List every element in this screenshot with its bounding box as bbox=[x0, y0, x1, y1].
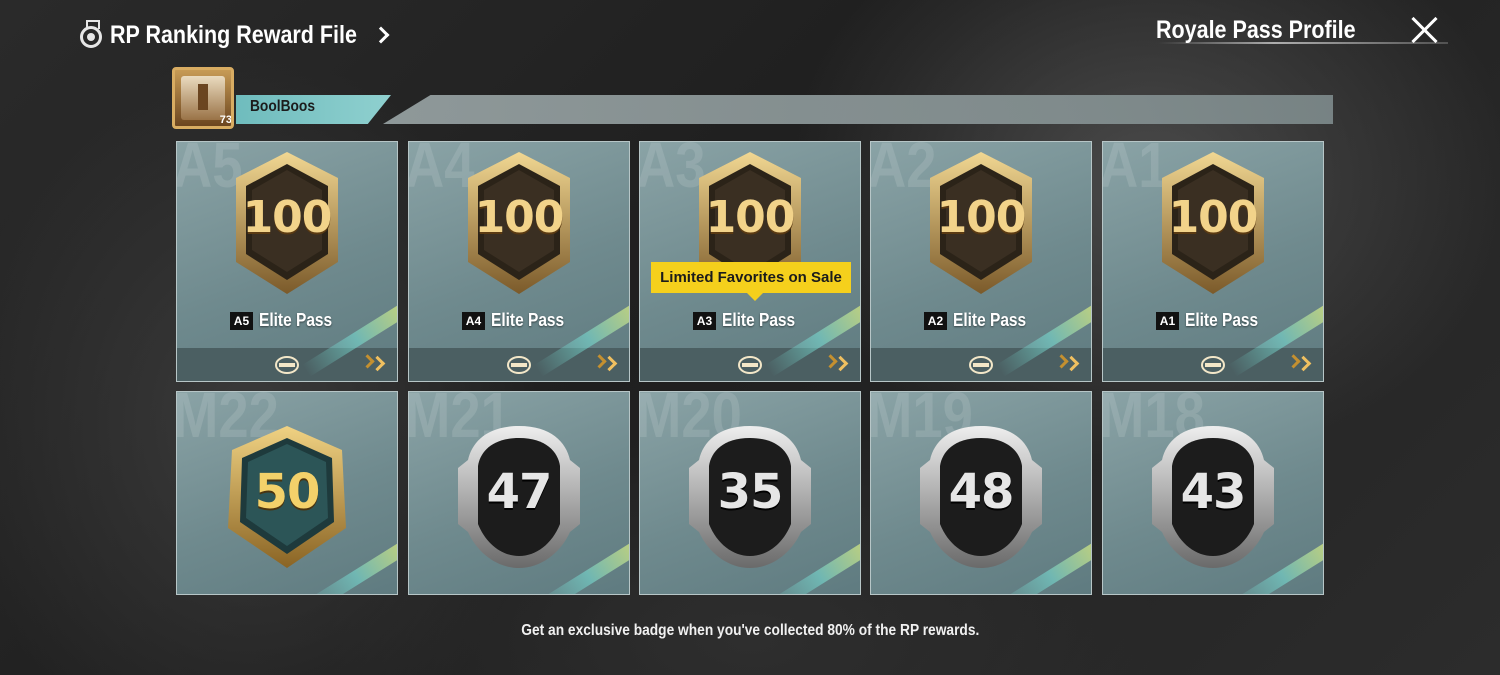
badge-value: 100 bbox=[936, 192, 1027, 243]
title-underline bbox=[1158, 42, 1448, 44]
pass-season-tag: A3 bbox=[692, 311, 717, 330]
badge-value: 100 bbox=[474, 192, 565, 243]
pass-label: Elite Pass bbox=[722, 310, 796, 330]
player-strip-extension bbox=[383, 95, 1333, 124]
pass-card-a5[interactable]: A5 100 A5 Elite Pass bbox=[176, 141, 398, 382]
pass-card-a3[interactable]: A3 100 Limited Favorites on Sale A3 Elit… bbox=[639, 141, 861, 382]
rank-badge-icon: 50 bbox=[224, 424, 350, 570]
pass-card-m18[interactable]: M18 43 bbox=[1102, 391, 1324, 595]
rank-badge-icon: 100 bbox=[462, 150, 576, 296]
medal-icon bbox=[80, 20, 102, 48]
card-footer bbox=[640, 348, 860, 381]
pass-label: Elite Pass bbox=[1185, 310, 1259, 330]
badge-value: 35 bbox=[717, 464, 784, 520]
badge-value: 100 bbox=[705, 192, 796, 243]
chevron-right-icon bbox=[369, 355, 386, 372]
pass-card-m22[interactable]: M22 50 bbox=[176, 391, 398, 595]
pass-emblem-icon bbox=[1201, 356, 1225, 374]
rp-ranking-reward-file-link[interactable]: RP Ranking Reward File bbox=[80, 18, 390, 52]
pass-emblem-icon bbox=[275, 356, 299, 374]
reward-hint-text: Get an exclusive badge when you've colle… bbox=[0, 622, 1500, 640]
pass-card-m20[interactable]: M20 35 bbox=[639, 391, 861, 595]
rp-ranking-title: RP Ranking Reward File bbox=[110, 20, 357, 49]
chevron-right-icon bbox=[1295, 355, 1312, 372]
reward-hint-label: Get an exclusive badge when you've colle… bbox=[520, 622, 980, 639]
avatar-level: 73 bbox=[219, 114, 232, 126]
card-footer bbox=[871, 348, 1091, 381]
rank-badge-icon: 100 bbox=[924, 150, 1038, 296]
pass-card-a1[interactable]: A1 100 A1 Elite Pass bbox=[1102, 141, 1324, 382]
close-icon[interactable] bbox=[1410, 15, 1440, 45]
royale-pass-profile-title: Royale Pass Profile bbox=[1155, 15, 1356, 44]
pass-card-m19[interactable]: M19 48 bbox=[870, 391, 1092, 595]
pass-card-m21[interactable]: M21 47 bbox=[408, 391, 630, 595]
badge-value: 47 bbox=[486, 464, 553, 520]
rank-badge-icon: 43 bbox=[1150, 424, 1276, 570]
pass-label: Elite Pass bbox=[953, 310, 1027, 330]
pass-label: Elite Pass bbox=[491, 310, 565, 330]
card-footer bbox=[1103, 348, 1323, 381]
pass-season-tag: A4 bbox=[461, 311, 486, 330]
card-footer bbox=[177, 348, 397, 381]
chevron-right-icon bbox=[372, 26, 390, 44]
card-footer bbox=[409, 348, 629, 381]
pass-card-a4[interactable]: A4 100 A4 Elite Pass bbox=[408, 141, 630, 382]
avatar-frame bbox=[181, 76, 225, 120]
chevron-right-icon bbox=[1063, 355, 1080, 372]
badge-value: 100 bbox=[1168, 192, 1259, 243]
chevron-right-icon bbox=[832, 355, 849, 372]
rank-badge-icon: 47 bbox=[456, 424, 582, 570]
pass-card-a2[interactable]: A2 100 A2 Elite Pass bbox=[870, 141, 1092, 382]
sale-banner[interactable]: Limited Favorites on Sale bbox=[651, 262, 851, 301]
rank-badge-icon: 48 bbox=[918, 424, 1044, 570]
chevron-right-icon bbox=[601, 355, 618, 372]
pass-season-tag: A1 bbox=[1155, 311, 1180, 330]
pass-label: Elite Pass bbox=[259, 310, 333, 330]
player-name: BoolBoos bbox=[250, 98, 315, 115]
rank-badge-icon: 100 bbox=[230, 150, 344, 296]
badge-value: 50 bbox=[254, 464, 321, 520]
pass-season-tag: A2 bbox=[923, 311, 948, 330]
badge-value: 100 bbox=[242, 192, 333, 243]
rank-badge-icon: 35 bbox=[687, 424, 813, 570]
badge-value: 43 bbox=[1180, 464, 1247, 520]
avatar[interactable]: 73 bbox=[172, 67, 234, 129]
pass-emblem-icon bbox=[738, 356, 762, 374]
pass-emblem-icon bbox=[507, 356, 531, 374]
rank-badge-icon: 100 bbox=[1156, 150, 1270, 296]
pass-season-tag: A5 bbox=[229, 311, 254, 330]
pass-emblem-icon bbox=[969, 356, 993, 374]
badge-value: 48 bbox=[948, 464, 1015, 520]
